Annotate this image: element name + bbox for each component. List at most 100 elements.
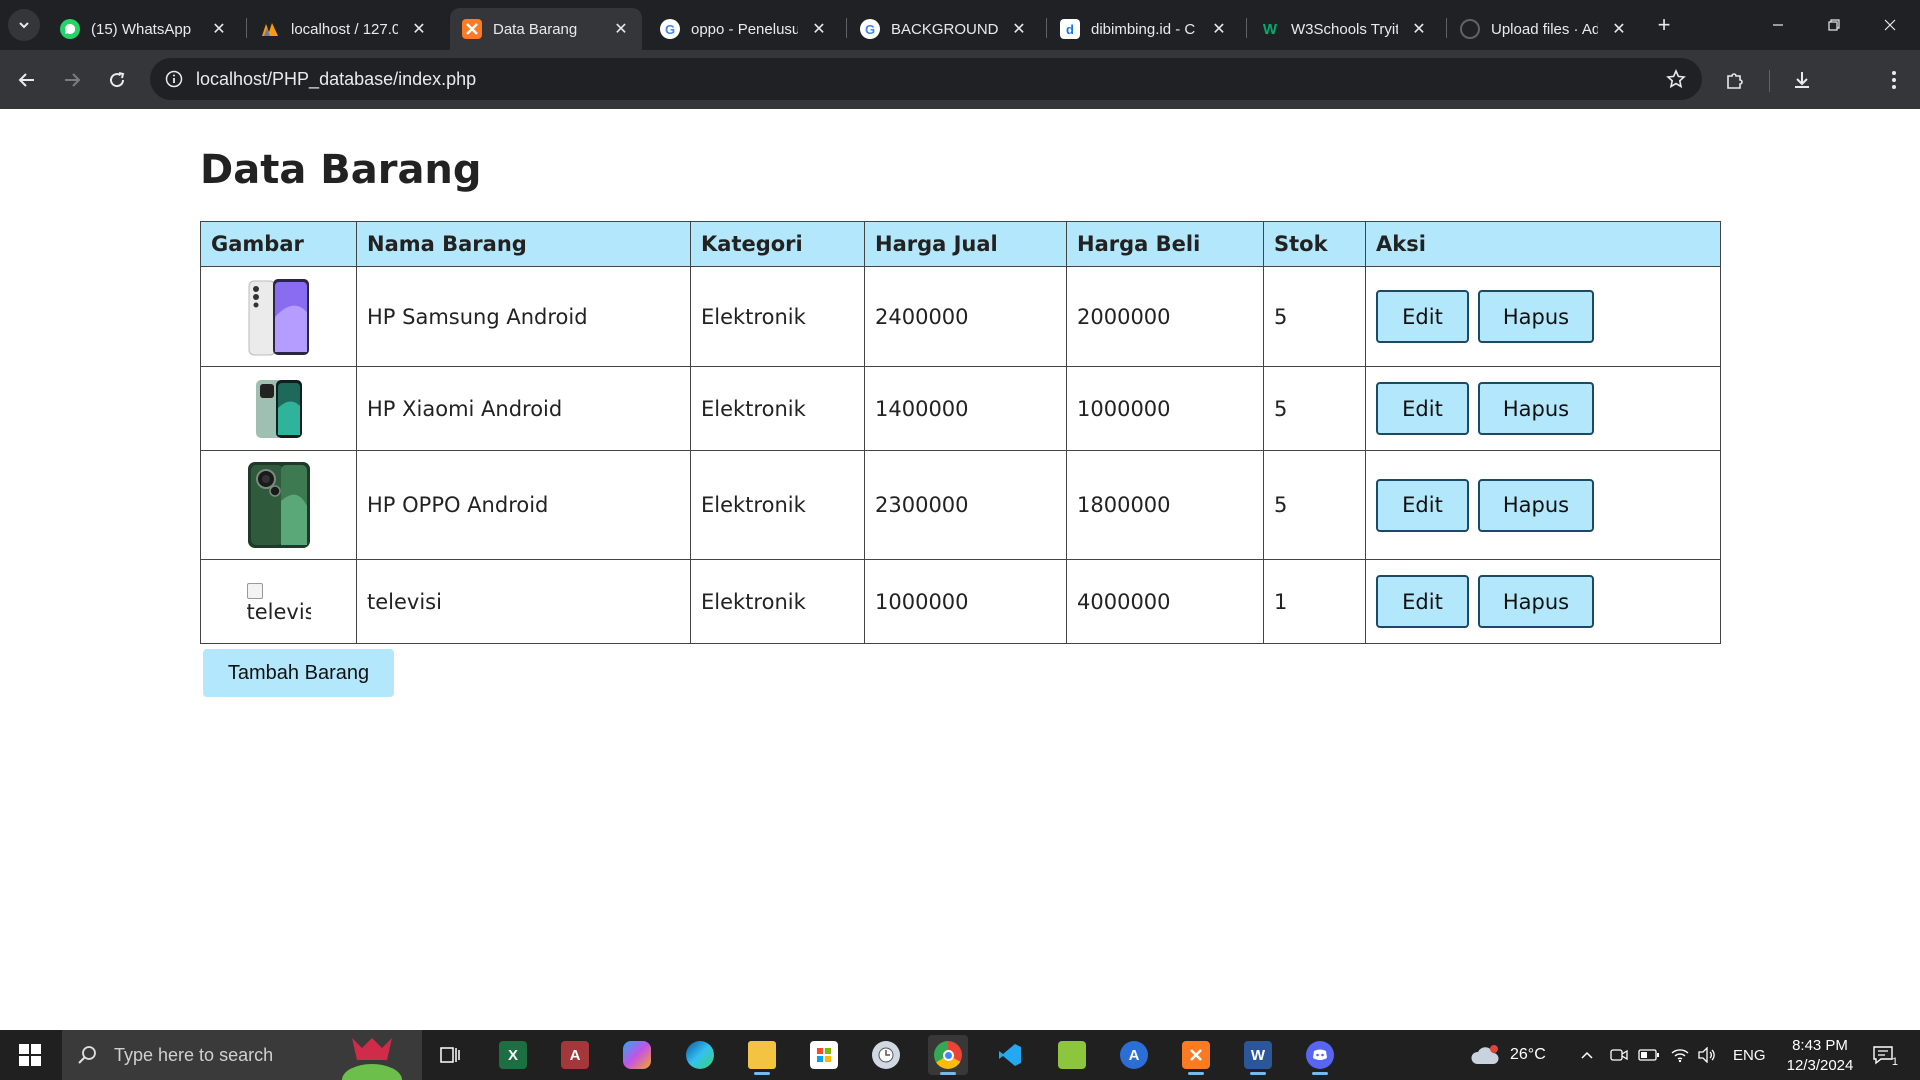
tab-separator xyxy=(1046,18,1047,38)
extensions-button[interactable] xyxy=(1719,64,1751,96)
tab-whatsapp[interactable]: (15) WhatsApp ✕ xyxy=(48,8,240,50)
taskbar-clock[interactable]: 8:43 PM 12/3/2024 xyxy=(1770,1036,1870,1076)
running-indicator xyxy=(754,1072,770,1075)
tab-separator xyxy=(1246,18,1247,38)
close-icon[interactable]: ✕ xyxy=(208,18,230,40)
downloads-button[interactable] xyxy=(1786,64,1818,96)
wifi-icon[interactable] xyxy=(1670,1030,1690,1080)
product-image-cell xyxy=(200,266,357,367)
delete-button[interactable]: Hapus xyxy=(1478,290,1594,343)
edit-button[interactable]: Edit xyxy=(1376,290,1469,343)
running-indicator xyxy=(1250,1072,1266,1075)
taskbar-xampp[interactable] xyxy=(1176,1035,1216,1075)
product-image-samsung-phone xyxy=(248,277,310,357)
taskbar-clock-app[interactable] xyxy=(866,1035,906,1075)
close-icon[interactable]: ✕ xyxy=(808,18,830,40)
close-icon[interactable]: ✕ xyxy=(1008,18,1030,40)
start-button[interactable] xyxy=(0,1030,60,1080)
close-icon[interactable]: ✕ xyxy=(1608,18,1630,40)
tab-phpmyadmin[interactable]: localhost / 127.0 ✕ xyxy=(248,8,440,50)
broken-image: televis xyxy=(246,583,311,623)
tab-separator xyxy=(1446,18,1447,38)
forward-button[interactable] xyxy=(56,64,88,96)
tab-google-oppo[interactable]: G oppo - Penelusur ✕ xyxy=(648,8,840,50)
tab-dibimbing[interactable]: d dibimbing.id - C ✕ xyxy=(1048,8,1240,50)
folder-icon xyxy=(748,1041,776,1069)
url-text[interactable]: localhost/PHP_database/index.php xyxy=(196,69,476,90)
table-row: HP Samsung Android Elektronik 2400000 20… xyxy=(200,266,1721,367)
taskbar-access[interactable]: A xyxy=(555,1035,595,1075)
taskbar-chrome[interactable] xyxy=(928,1035,968,1075)
language-indicator[interactable]: ENG xyxy=(1733,1030,1766,1080)
back-button[interactable] xyxy=(11,64,43,96)
address-bar[interactable]: localhost/PHP_database/index.php xyxy=(150,58,1702,100)
close-icon[interactable]: ✕ xyxy=(1408,18,1430,40)
product-stock: 5 xyxy=(1263,266,1366,367)
taskbar-store[interactable] xyxy=(804,1035,844,1075)
tab-title: W3Schools Tryit xyxy=(1291,20,1398,38)
tab-upload-files[interactable]: Upload files · Ad ✕ xyxy=(1448,8,1640,50)
weather-temperature: 26°C xyxy=(1510,1046,1546,1063)
site-info-icon[interactable] xyxy=(162,67,186,91)
close-icon[interactable]: ✕ xyxy=(408,18,430,40)
column-header: Harga Jual xyxy=(864,221,1067,267)
battery-icon[interactable] xyxy=(1638,1030,1660,1080)
task-view-icon xyxy=(440,1047,460,1063)
taskbar-copilot[interactable] xyxy=(617,1035,657,1075)
close-window-button[interactable] xyxy=(1862,0,1918,50)
product-category: Elektronik xyxy=(690,559,865,644)
taskbar-file-explorer[interactable] xyxy=(742,1035,782,1075)
restore-button[interactable] xyxy=(1806,0,1862,50)
tab-title: localhost / 127.0 xyxy=(291,20,398,38)
add-item-button[interactable]: Tambah Barang xyxy=(203,649,394,697)
cloud-icon xyxy=(1471,1045,1499,1064)
search-highlight-illustration xyxy=(332,1030,412,1080)
taskbar-app[interactable]: A xyxy=(1114,1035,1154,1075)
product-category: Elektronik xyxy=(690,366,865,451)
taskbar-excel[interactable]: X xyxy=(493,1035,533,1075)
delete-button[interactable]: Hapus xyxy=(1478,478,1594,532)
tab-google-background[interactable]: G BACKGROUND W ✕ xyxy=(848,8,1040,50)
taskbar-vscode[interactable] xyxy=(990,1035,1030,1075)
reload-button[interactable] xyxy=(101,64,133,96)
notification-center-button[interactable]: 1 xyxy=(1868,1040,1898,1070)
notification-icon xyxy=(1873,1046,1893,1065)
tab-search-button[interactable] xyxy=(8,9,40,41)
edit-button[interactable]: Edit xyxy=(1376,478,1469,532)
product-category: Elektronik xyxy=(690,266,865,367)
edit-button[interactable]: Edit xyxy=(1376,575,1469,628)
show-hidden-icons-button[interactable] xyxy=(1580,1030,1594,1080)
taskbar-edge[interactable] xyxy=(680,1035,720,1075)
new-tab-button[interactable]: + xyxy=(1650,11,1678,39)
close-icon[interactable]: ✕ xyxy=(610,18,632,40)
github-icon xyxy=(1460,19,1480,39)
taskbar-discord[interactable] xyxy=(1300,1035,1340,1075)
meet-now-icon[interactable] xyxy=(1610,1030,1628,1080)
minimize-button[interactable] xyxy=(1750,0,1806,50)
clock-date: 12/3/2024 xyxy=(1786,1057,1854,1074)
taskbar-word[interactable]: W xyxy=(1238,1035,1278,1075)
taskbar-notepad-plus-plus[interactable] xyxy=(1052,1035,1092,1075)
image-alt-text: televis xyxy=(246,600,311,623)
tab-w3schools[interactable]: W W3Schools Tryit ✕ xyxy=(1248,8,1440,50)
edit-button[interactable]: Edit xyxy=(1376,382,1469,435)
arrow-right-icon xyxy=(65,73,81,87)
close-icon[interactable]: ✕ xyxy=(1208,18,1230,40)
tab-data-barang[interactable]: Data Barang ✕ xyxy=(450,8,642,50)
profile-avatar[interactable] xyxy=(1836,67,1862,93)
delete-button[interactable]: Hapus xyxy=(1478,382,1594,435)
taskbar-task-view[interactable] xyxy=(430,1035,470,1075)
product-stock: 5 xyxy=(1263,450,1366,560)
browser-tab-bar: (15) WhatsApp ✕ localhost / 127.0 ✕ Data… xyxy=(0,0,1920,50)
actions-cell: Edit Hapus xyxy=(1365,266,1721,367)
app-icon: A xyxy=(1120,1041,1148,1069)
whatsapp-icon xyxy=(60,19,80,39)
taskbar-search-box[interactable]: Type here to search xyxy=(62,1030,422,1080)
weather-widget[interactable]: 26°C xyxy=(1470,1030,1546,1080)
bookmark-star-icon[interactable] xyxy=(1664,67,1688,91)
volume-icon[interactable] xyxy=(1697,1030,1717,1080)
w3schools-icon: W xyxy=(1262,20,1278,38)
delete-button[interactable]: Hapus xyxy=(1478,575,1594,628)
browser-menu-button[interactable] xyxy=(1878,64,1910,96)
search-icon xyxy=(76,1043,100,1067)
